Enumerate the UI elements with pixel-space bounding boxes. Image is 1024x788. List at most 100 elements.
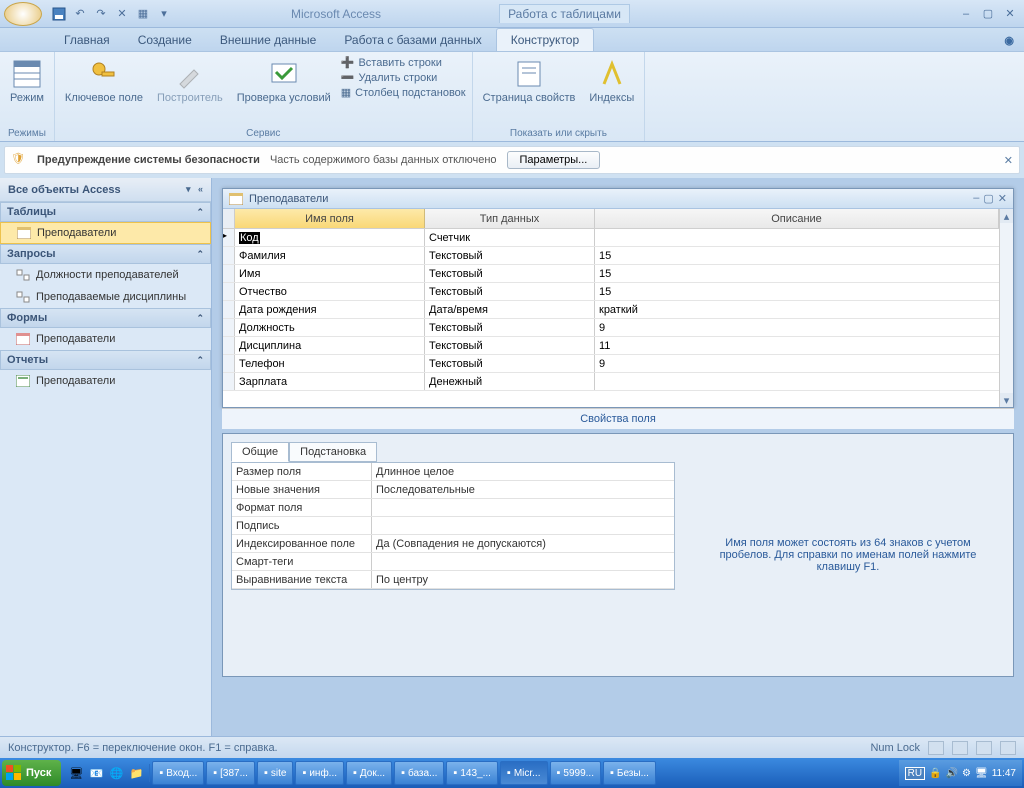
property-value[interactable]: По центру [372,571,674,588]
ql-icon[interactable]: 📁 [127,764,145,782]
row-selector[interactable] [223,283,235,300]
cell-fieldname[interactable]: Отчество [235,283,425,300]
taskbar-button[interactable]: ▪Безы... [603,761,656,785]
nav-item-table[interactable]: Преподаватели [0,222,211,244]
tray-icon[interactable]: ⚙ [962,768,971,779]
table-row[interactable]: ИмяТекстовый15 [223,265,999,283]
row-selector[interactable] [223,337,235,354]
scroll-track[interactable] [1000,223,1013,393]
cell-datatype[interactable]: Текстовый [425,337,595,354]
nav-category-tables[interactable]: Таблицы⌃ [0,202,211,222]
maximize-icon[interactable]: ▢ [983,192,993,205]
taskbar-button[interactable]: ▪Micr... [500,761,548,785]
ql-icon[interactable]: 🌐 [107,764,125,782]
lookup-column-button[interactable]: ▦Столбец подстановок [341,86,466,99]
tab-external[interactable]: Внешние данные [206,29,331,51]
nav-category-reports[interactable]: Отчеты⌃ [0,350,211,370]
view-button-design[interactable] [952,741,968,755]
cell-description[interactable] [595,229,999,246]
maximize-icon[interactable]: ▢ [978,7,998,21]
view-button[interactable]: Режим [6,56,48,106]
row-selector[interactable]: ▸ [223,229,235,246]
cell-datatype[interactable]: Текстовый [425,247,595,264]
nav-item-report[interactable]: Преподаватели [0,370,211,392]
help-icon[interactable]: ◉ [994,30,1024,51]
nav-header[interactable]: Все объекты Access ▾ « [0,178,211,202]
taskbar-button[interactable]: ▪143_... [446,761,498,785]
table-row[interactable]: ТелефонТекстовый9 [223,355,999,373]
taskbar-button[interactable]: ▪инф... [295,761,344,785]
qat-icon2[interactable]: ▦ [134,5,152,23]
cell-datatype[interactable]: Текстовый [425,265,595,282]
property-row[interactable]: Формат поля [232,499,674,517]
col-datatype[interactable]: Тип данных [425,209,595,228]
property-value[interactable] [372,499,674,516]
ql-icon[interactable]: 📧 [87,764,105,782]
tab-design[interactable]: Конструктор [496,28,594,51]
property-value[interactable] [372,517,674,534]
close-icon[interactable]: ✕ [1000,7,1020,21]
cell-fieldname[interactable]: Дисциплина [235,337,425,354]
row-selector[interactable] [223,265,235,282]
col-description[interactable]: Описание [595,209,999,228]
cell-fieldname[interactable]: Имя [235,265,425,282]
scroll-up-icon[interactable]: ▴ [1000,209,1013,223]
scroll-down-icon[interactable]: ▾ [1000,393,1013,407]
table-row[interactable]: ЗарплатаДенежный [223,373,999,391]
cell-datatype[interactable]: Дата/время [425,301,595,318]
tab-general[interactable]: Общие [231,442,289,462]
taskbar-button[interactable]: ▪Док... [346,761,392,785]
row-selector[interactable] [223,355,235,372]
cell-fieldname[interactable]: Фамилия [235,247,425,264]
table-row[interactable]: ДисциплинаТекстовый11 [223,337,999,355]
options-button[interactable]: Параметры... [507,151,601,169]
property-row[interactable]: Индексированное полеДа (Совпадения не до… [232,535,674,553]
cell-fieldname[interactable]: Телефон [235,355,425,372]
cell-fieldname[interactable]: Должность [235,319,425,336]
table-window-titlebar[interactable]: Преподаватели –▢✕ [223,189,1013,209]
property-row[interactable]: Новые значенияПоследовательные [232,481,674,499]
qat-dropdown-icon[interactable]: ▾ [155,5,173,23]
delete-rows-button[interactable]: ➖Удалить строки [341,71,466,84]
view-button-datasheet[interactable] [928,741,944,755]
close-icon[interactable]: ✕ [998,192,1007,205]
language-indicator[interactable]: RU [905,767,925,780]
primary-key-button[interactable]: Ключевое поле [61,56,147,106]
taskbar-button[interactable]: ▪5999... [550,761,602,785]
cell-description[interactable]: 15 [595,283,999,300]
nav-category-forms[interactable]: Формы⌃ [0,308,211,328]
property-row[interactable]: Выравнивание текстаПо центру [232,571,674,589]
table-row[interactable]: Дата рожденияДата/времякраткий [223,301,999,319]
nav-item-query[interactable]: Должности преподавателей [0,264,211,286]
table-row[interactable]: ДолжностьТекстовый9 [223,319,999,337]
save-icon[interactable] [50,5,68,23]
cell-datatype[interactable]: Текстовый [425,355,595,372]
tab-home[interactable]: Главная [50,29,124,51]
tray-icon[interactable]: 🔒 [929,768,941,779]
cell-fieldname[interactable]: Код [235,229,425,246]
cell-description[interactable]: 9 [595,355,999,372]
tray-icon[interactable]: 🖥 [975,768,988,779]
property-row[interactable]: Размер поляДлинное целое [232,463,674,481]
table-row[interactable]: ▸КодСчетчик [223,229,999,247]
property-value[interactable]: Да (Совпадения не допускаются) [372,535,674,552]
cell-datatype[interactable]: Текстовый [425,283,595,300]
cell-fieldname[interactable]: Дата рождения [235,301,425,318]
office-button[interactable] [4,2,42,26]
minimize-icon[interactable]: – [973,192,979,205]
taskbar-button[interactable]: ▪site [257,761,293,785]
property-value[interactable]: Длинное целое [372,463,674,480]
view-button-3[interactable] [976,741,992,755]
dropdown-icon[interactable]: ▾ « [186,184,203,195]
ql-icon[interactable]: 🖥 [67,764,85,782]
start-button[interactable]: Пуск [2,760,61,786]
property-row[interactable]: Подпись [232,517,674,535]
col-fieldname[interactable]: Имя поля [235,209,425,228]
cell-description[interactable]: 11 [595,337,999,354]
redo-icon[interactable]: ↷ [92,5,110,23]
builder-button[interactable]: Построитель [153,56,227,106]
test-button[interactable]: Проверка условий [233,56,335,106]
close-icon[interactable]: ✕ [1004,154,1013,167]
cell-description[interactable]: 15 [595,247,999,264]
view-button-4[interactable] [1000,741,1016,755]
